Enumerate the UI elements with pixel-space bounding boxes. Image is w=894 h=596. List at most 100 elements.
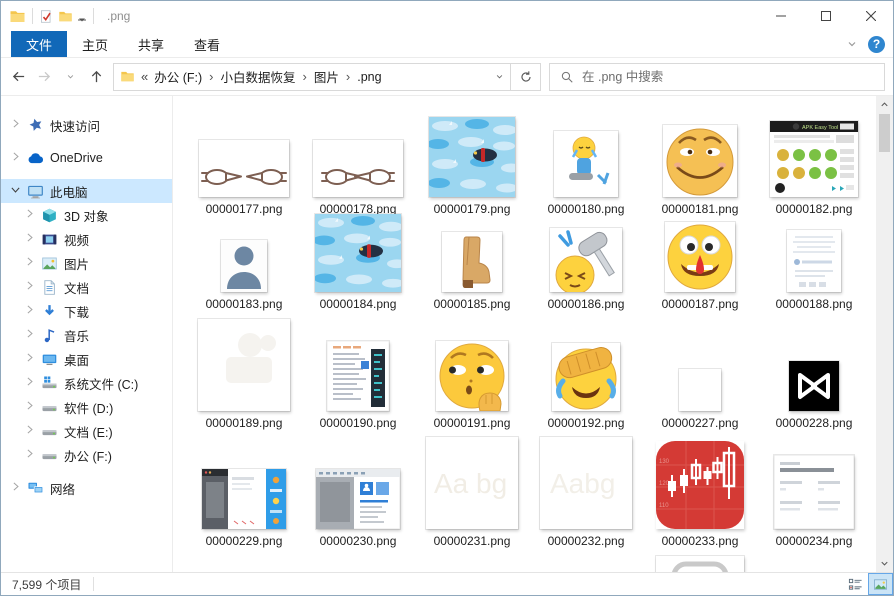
titlebar-separator <box>93 8 94 24</box>
chevron-right-icon[interactable] <box>9 480 25 496</box>
file-tile[interactable]: 00000191.png <box>415 311 529 430</box>
ribbon-tab[interactable]: 文件 <box>11 31 67 57</box>
file-tile[interactable]: 00000180.png <box>529 102 643 216</box>
file-tile[interactable]: 00000228.png <box>757 311 871 430</box>
up-button[interactable] <box>83 64 109 90</box>
ribbon-collapse-icon[interactable] <box>846 38 858 50</box>
address-dropdown-icon[interactable] <box>488 71 510 82</box>
chevron-right-icon[interactable] <box>23 327 39 343</box>
chevron-right-icon[interactable] <box>23 255 39 271</box>
file-tile-partial[interactable] <box>643 548 757 572</box>
sidebar-item[interactable]: 软件 (D:) <box>1 395 172 419</box>
scrollbar-thumb[interactable] <box>879 114 890 152</box>
sidebar-item[interactable]: 3D 对象 <box>1 203 172 227</box>
file-tile[interactable]: Aa bg00000231.png <box>415 430 529 548</box>
sidebar-item[interactable]: 视频 <box>1 227 172 251</box>
breadcrumb-item[interactable]: 小白数据恢复 <box>217 67 300 86</box>
file-tile[interactable]: 00000189.png <box>187 311 301 430</box>
back-button[interactable] <box>5 64 31 90</box>
chevron-right-icon[interactable] <box>23 231 39 247</box>
scroll-up-icon[interactable] <box>876 96 893 113</box>
titlebar-separator <box>32 8 33 24</box>
chevron-right-icon[interactable] <box>23 375 39 391</box>
file-tile[interactable]: 00000183.png <box>187 216 301 311</box>
sidebar-item[interactable]: 图片 <box>1 251 172 275</box>
forward-button[interactable] <box>31 64 57 90</box>
file-tile[interactable]: 00000186.png <box>529 216 643 311</box>
chevron-right-icon[interactable] <box>23 351 39 367</box>
thumbnails-view-button[interactable] <box>868 573 893 595</box>
video-icon <box>41 231 58 248</box>
close-button[interactable] <box>848 1 893 31</box>
picture-icon <box>41 255 58 272</box>
breadcrumb-separator-icon[interactable]: › <box>206 69 216 84</box>
file-tile[interactable]: 00000177.png <box>187 102 301 216</box>
scroll-down-icon[interactable] <box>876 555 893 572</box>
file-tile[interactable]: 00000184.png <box>301 216 415 311</box>
music-icon <box>41 327 58 344</box>
chevron-right-icon[interactable] <box>23 207 39 223</box>
drive-icon <box>41 447 58 464</box>
sidebar-item[interactable]: 文档 (E:) <box>1 419 172 443</box>
file-tile[interactable]: Aabg00000232.png <box>529 430 643 548</box>
chevron-right-icon[interactable] <box>9 117 25 133</box>
sidebar-item[interactable]: 办公 (F:) <box>1 443 172 467</box>
sidebar-item[interactable]: 桌面 <box>1 347 172 371</box>
sidebar-item[interactable]: 快速访问 <box>1 113 172 137</box>
file-thumbnail-fish-pattern <box>429 117 515 197</box>
sidebar-item[interactable]: 此电脑 <box>1 179 172 203</box>
file-tile[interactable]: 00000227.png <box>643 311 757 430</box>
file-thumbnail-faint-text-aa: Aa bg <box>426 437 518 529</box>
file-tile[interactable]: 00000188.png <box>757 216 871 311</box>
ribbon-tab[interactable]: 主页 <box>67 31 123 57</box>
file-tile[interactable]: APK Easy Tool00000182.png <box>757 102 871 216</box>
chevron-right-icon[interactable] <box>23 423 39 439</box>
help-button[interactable]: ? <box>868 36 885 53</box>
drive-os-icon <box>41 375 58 392</box>
sidebar-item[interactable]: 文档 <box>1 275 172 299</box>
file-tile[interactable]: 00000178.png <box>301 102 415 216</box>
ribbon-tab[interactable]: 查看 <box>179 31 235 57</box>
recent-locations-icon[interactable] <box>57 64 83 90</box>
chevron-right-icon[interactable] <box>23 447 39 463</box>
chevron-right-icon[interactable] <box>23 399 39 415</box>
minimize-button[interactable] <box>758 1 803 31</box>
breadcrumb-separator-icon[interactable]: › <box>300 69 310 84</box>
file-name: 00000177.png <box>206 202 283 216</box>
chevron-right-icon[interactable] <box>23 303 39 319</box>
breadcrumb-collapsed-marker[interactable]: « <box>141 69 150 84</box>
sidebar-item[interactable]: 音乐 <box>1 323 172 347</box>
maximize-button[interactable] <box>803 1 848 31</box>
sidebar-item[interactable]: 系统文件 (C:) <box>1 371 172 395</box>
file-tile[interactable]: 00000230.png <box>301 430 415 548</box>
file-tile[interactable]: 00000181.png <box>643 102 757 216</box>
chevron-down-icon[interactable] <box>9 183 25 199</box>
search-input[interactable] <box>582 64 884 90</box>
file-tile[interactable]: 00000192.png <box>529 311 643 430</box>
vertical-scrollbar[interactable] <box>876 96 893 572</box>
qat-dropdown-icon[interactable] <box>77 13 87 23</box>
breadcrumb[interactable]: « 办公 (F:)›小白数据恢复›图片›.png <box>113 63 511 91</box>
ribbon-tab[interactable]: 共享 <box>123 31 179 57</box>
new-folder-icon[interactable] <box>58 9 73 24</box>
file-tile[interactable]: 00000185.png <box>415 216 529 311</box>
file-tile[interactable]: 00000179.png <box>415 102 529 216</box>
properties-check-icon[interactable] <box>39 9 54 24</box>
file-tile[interactable]: 00000187.png <box>643 216 757 311</box>
breadcrumb-separator-icon[interactable]: › <box>343 69 353 84</box>
chevron-right-icon[interactable] <box>23 279 39 295</box>
breadcrumb-item[interactable]: 图片 <box>310 67 343 86</box>
breadcrumb-item[interactable]: .png <box>353 70 385 84</box>
refresh-button[interactable] <box>511 63 541 91</box>
file-tile[interactable]: 00000234.png <box>757 430 871 548</box>
chevron-right-icon[interactable] <box>9 150 25 166</box>
sidebar-item[interactable]: 网络 <box>1 476 172 500</box>
details-view-button[interactable] <box>843 573 868 595</box>
breadcrumb-item[interactable]: 办公 (F:) <box>150 67 206 86</box>
file-tile[interactable]: 00000190.png <box>301 311 415 430</box>
file-tile[interactable]: 00000229.png <box>187 430 301 548</box>
sidebar-item[interactable]: OneDrive <box>1 146 172 170</box>
file-tile[interactable]: 13012011000000233.png <box>643 430 757 548</box>
sidebar-item[interactable]: 下载 <box>1 299 172 323</box>
search-box <box>549 63 885 91</box>
